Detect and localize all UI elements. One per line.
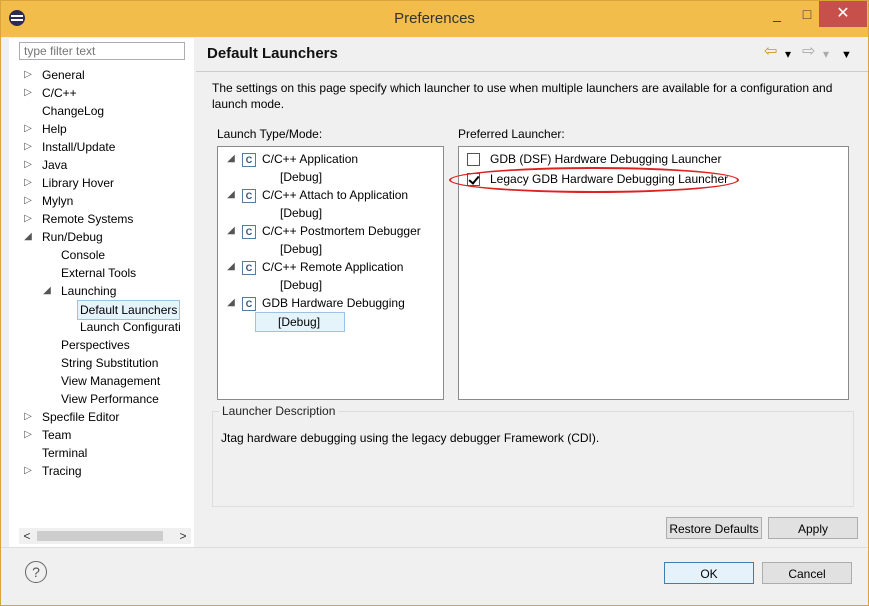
minimize-button[interactable]: _ bbox=[763, 1, 791, 27]
launcher-checkbox[interactable] bbox=[467, 153, 480, 167]
expand-icon[interactable]: ▷ bbox=[23, 120, 33, 138]
launcher-label: GDB (DSF) Hardware Debugging Launcher bbox=[490, 152, 722, 166]
collapse-icon[interactable]: ◢ bbox=[23, 228, 33, 246]
scroll-left-icon[interactable]: < bbox=[19, 528, 35, 544]
expand-icon[interactable]: ▷ bbox=[23, 462, 33, 480]
close-button[interactable]: ✕ bbox=[819, 1, 867, 27]
expand-icon[interactable]: ▷ bbox=[23, 66, 33, 84]
launch-config-icon: C bbox=[242, 188, 256, 203]
footer-separator bbox=[1, 547, 868, 548]
tree-item-label: Help bbox=[42, 122, 67, 136]
tree-item-label: Team bbox=[42, 428, 72, 442]
tree-item-label: Mylyn bbox=[42, 194, 74, 208]
title-bar[interactable]: Preferences _ □ ✕ bbox=[1, 1, 868, 37]
launch-mode-item[interactable]: [Debug] bbox=[255, 312, 345, 332]
tree-item-label: C/C++ bbox=[42, 86, 77, 100]
launch-type-label: Launch Type/Mode: bbox=[217, 127, 323, 141]
tree-item-label: Java bbox=[42, 158, 68, 172]
tree-item-label: External Tools bbox=[61, 266, 137, 280]
expand-icon[interactable]: ▷ bbox=[23, 138, 33, 156]
expand-icon[interactable]: ▷ bbox=[23, 174, 33, 192]
filter-input[interactable] bbox=[19, 42, 185, 60]
tree-item-label: ChangeLog bbox=[42, 104, 105, 118]
tree-item-label: Specfile Editor bbox=[42, 410, 120, 424]
launcher-description-title: Launcher Description bbox=[219, 404, 339, 418]
back-icon[interactable]: ⇦ bbox=[764, 44, 777, 60]
header-separator bbox=[196, 71, 868, 72]
collapse-icon[interactable]: ◢ bbox=[226, 222, 236, 240]
tree-item-label: Launch Configurati bbox=[80, 320, 181, 334]
help-icon[interactable]: ? bbox=[25, 561, 47, 583]
page-title: Default Launchers bbox=[207, 45, 338, 62]
tree-item-label: Default Launchers bbox=[77, 300, 181, 320]
tree-item-label: Install/Update bbox=[42, 140, 116, 154]
collapse-icon[interactable]: ◢ bbox=[226, 186, 236, 204]
expand-icon[interactable]: ▷ bbox=[23, 426, 33, 444]
launch-mode-item[interactable]: [Debug] bbox=[280, 168, 322, 186]
launch-type-label: C/C++ Remote Application bbox=[262, 260, 404, 274]
tree-item-label: Tracing bbox=[42, 464, 82, 478]
tree-item-label: Library Hover bbox=[42, 176, 115, 190]
tree-item-label: View Performance bbox=[61, 392, 159, 406]
collapse-icon[interactable]: ◢ bbox=[226, 258, 236, 276]
launch-mode-item[interactable]: [Debug] bbox=[280, 204, 322, 222]
apply-button[interactable]: Apply bbox=[768, 517, 858, 539]
view-menu-icon[interactable]: ▼ bbox=[841, 47, 852, 63]
launcher-description-text: Jtag hardware debugging using the legacy… bbox=[221, 431, 600, 445]
expand-icon[interactable]: ▷ bbox=[23, 84, 33, 102]
preferred-launcher-label: Preferred Launcher: bbox=[458, 127, 565, 141]
tree-item-label: Perspectives bbox=[61, 338, 130, 352]
tree-item-label: Remote Systems bbox=[42, 212, 134, 226]
tree-horizontal-scrollbar[interactable]: < > bbox=[19, 528, 191, 544]
tree-item-label: String Substitution bbox=[61, 356, 159, 370]
cancel-button[interactable]: Cancel bbox=[762, 562, 852, 584]
scrollbar-thumb[interactable] bbox=[37, 531, 163, 541]
tree-item-label: Launching bbox=[61, 284, 117, 298]
collapse-icon[interactable]: ◢ bbox=[226, 150, 236, 168]
launch-mode-item[interactable]: [Debug] bbox=[280, 240, 322, 258]
expand-icon[interactable]: ▷ bbox=[23, 210, 33, 228]
expand-icon[interactable]: ▷ bbox=[23, 192, 33, 210]
launch-config-icon: C bbox=[242, 152, 256, 167]
launcher-item[interactable]: GDB (DSF) Hardware Debugging Launcher bbox=[467, 150, 721, 168]
forward-dropdown-icon[interactable]: ▾ bbox=[823, 46, 829, 62]
tree-item-label: View Management bbox=[61, 374, 161, 388]
launch-config-icon: C bbox=[242, 296, 256, 311]
back-dropdown-icon[interactable]: ▾ bbox=[785, 46, 791, 62]
preferences-window: Preferences _ □ ✕ ▷ General ▷ C/C++ ChangeLo… bbox=[0, 0, 869, 606]
launch-type-label: C/C++ Attach to Application bbox=[262, 188, 409, 202]
forward-icon[interactable]: ⇨ bbox=[802, 44, 815, 60]
tree-item-label: Console bbox=[61, 248, 106, 262]
launch-type-label: C/C++ Postmortem Debugger bbox=[262, 224, 421, 238]
page-description: The settings on this page specify which … bbox=[212, 81, 833, 111]
launch-type-label: C/C++ Application bbox=[262, 152, 359, 166]
preference-tree-panel: ▷ General ▷ C/C++ ChangeLog ▷ Help ▷ Install/Upd… bbox=[9, 38, 194, 547]
red-annotation-oval bbox=[449, 167, 739, 193]
maximize-button[interactable]: □ bbox=[793, 1, 821, 27]
collapse-icon[interactable]: ◢ bbox=[226, 294, 236, 312]
tree-item-label: Terminal bbox=[42, 446, 88, 460]
launch-mode-item[interactable]: [Debug] bbox=[280, 276, 322, 294]
tree-item-label: Run/Debug bbox=[42, 230, 103, 244]
scroll-right-icon[interactable]: > bbox=[175, 528, 191, 544]
collapse-icon[interactable]: ◢ bbox=[42, 282, 52, 300]
expand-icon[interactable]: ▷ bbox=[23, 156, 33, 174]
launch-config-icon: C bbox=[242, 260, 256, 275]
ok-button[interactable]: OK bbox=[664, 562, 754, 584]
launch-type-tree[interactable]: ◢ C C/C++ Application [Debug] ◢ C C/C++ Attach… bbox=[217, 146, 444, 400]
preference-page: Default Launchers ⇦ ▾ ⇨ ▾ ▼ The settings… bbox=[196, 38, 868, 547]
tree-item-label: General bbox=[42, 68, 85, 82]
window-title: Preferences bbox=[394, 10, 475, 27]
expand-icon[interactable]: ▷ bbox=[23, 408, 33, 426]
launch-type-label: GDB Hardware Debugging bbox=[262, 296, 405, 310]
launch-config-icon: C bbox=[242, 224, 256, 239]
launcher-description-group: Launcher Description Jtag hardware debug… bbox=[212, 404, 854, 507]
restore-defaults-button[interactable]: Restore Defaults bbox=[666, 517, 762, 539]
